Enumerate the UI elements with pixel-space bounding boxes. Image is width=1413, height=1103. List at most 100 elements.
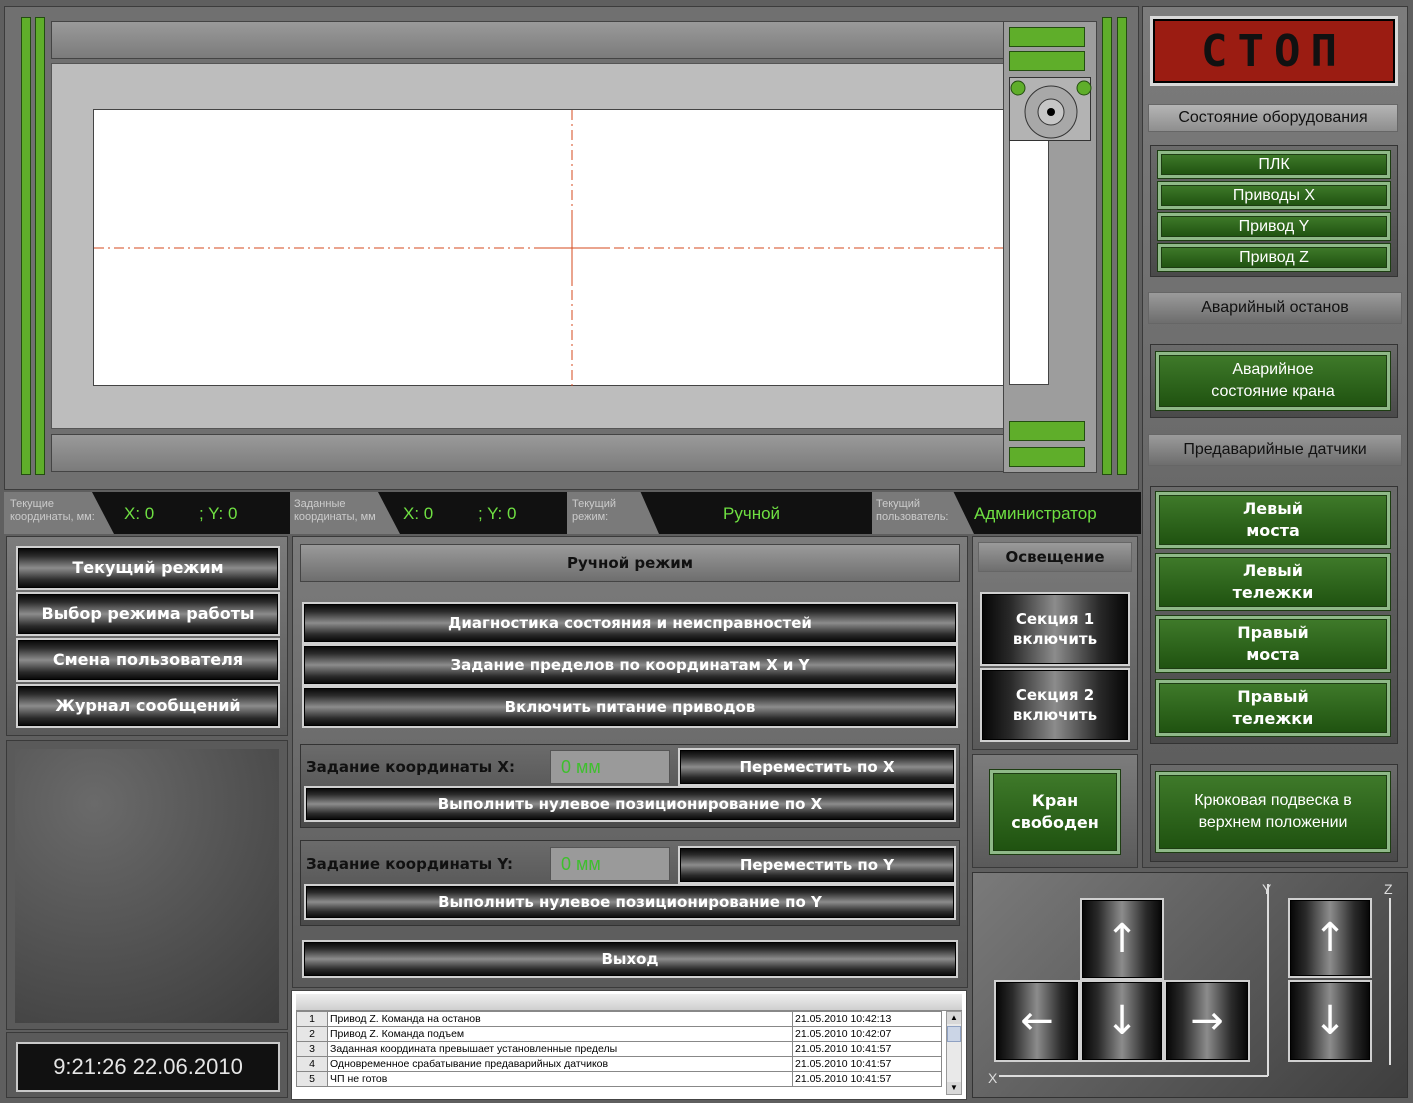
table-row[interactable]: 2 Привод Z. Команда подъем 21.05.2010 10… xyxy=(296,1026,942,1042)
exit-button[interactable]: Выход xyxy=(302,940,958,978)
arrow-down-icon: ↓ xyxy=(1313,998,1347,1044)
preview-area xyxy=(15,749,279,1023)
table-row[interactable]: 5 ЧП не готов 21.05.2010 10:41:57 xyxy=(296,1071,942,1087)
z-axis xyxy=(1389,898,1391,1065)
equipment-drives-x: Приводы X xyxy=(1158,182,1390,209)
log-num: 5 xyxy=(296,1071,328,1087)
menu-select-mode[interactable]: Выбор режима работы xyxy=(16,592,280,636)
crane-view xyxy=(4,6,1139,490)
drive-power-button[interactable]: Включить питание приводов xyxy=(302,686,958,728)
log-scrollbar[interactable]: ▲ ▼ xyxy=(946,1011,962,1095)
jog-z-up-button[interactable]: ↑ xyxy=(1288,898,1372,978)
jog-y-down-button[interactable]: ↓ xyxy=(1080,980,1164,1062)
clock: 9:21:26 22.06.2010 xyxy=(16,1042,280,1092)
arrow-down-icon: ↓ xyxy=(1105,998,1139,1044)
log-msg: Привод Z. Команда на останов xyxy=(327,1011,793,1027)
log-num: 1 xyxy=(296,1011,328,1027)
mode-label: Текущий режим: xyxy=(572,498,616,524)
jog-x-right-button[interactable]: → xyxy=(1164,980,1250,1062)
bridge-top-beam xyxy=(51,21,1005,59)
x-coordinate-input[interactable]: 0 мм xyxy=(550,750,670,784)
x-axis-label: X xyxy=(988,1070,998,1086)
move-x-button[interactable]: Переместить по X xyxy=(678,748,956,786)
scroll-down-icon[interactable]: ▼ xyxy=(947,1082,961,1094)
current-coords-label: Текущие координаты, мм: xyxy=(10,498,95,524)
set-x-label: Задание координаты X: xyxy=(306,758,515,776)
target-y: ; Y: 0 xyxy=(478,504,517,523)
zero-y-button[interactable]: Выполнить нулевое позиционирование по Y xyxy=(304,884,956,920)
arrow-up-icon: ↑ xyxy=(1105,916,1139,962)
scroll-up-icon[interactable]: ▲ xyxy=(947,1012,961,1024)
preemergency-title: Предаварийные датчики xyxy=(1148,434,1402,466)
log-time: 21.05.2010 10:42:07 xyxy=(792,1026,942,1042)
set-y-label: Задание координаты Y: xyxy=(306,855,513,873)
y-axis-label: Y xyxy=(1262,881,1272,897)
zero-x-button[interactable]: Выполнить нулевое позиционирование по X xyxy=(304,786,956,822)
arrow-left-icon: ← xyxy=(1020,998,1054,1044)
status-bar: Текущие координаты, мм: X: 0 ; Y: 0 Зада… xyxy=(4,492,1141,534)
stop-label: СТОП xyxy=(1201,25,1347,77)
menu-message-log[interactable]: Журнал сообщений xyxy=(16,684,280,728)
log-time: 21.05.2010 10:41:57 xyxy=(792,1071,942,1087)
crosshair xyxy=(94,110,1050,387)
move-y-button[interactable]: Переместить по Y xyxy=(678,846,956,884)
log-msg: Одновременное срабатывание предаварийных… xyxy=(327,1056,793,1072)
sensor-right-trolley: Правый тележки xyxy=(1156,680,1390,736)
current-x: X: 0 xyxy=(124,504,155,523)
menu-change-user[interactable]: Смена пользователя xyxy=(16,638,280,682)
jog-z-down-button[interactable]: ↓ xyxy=(1288,980,1372,1062)
table-row[interactable]: 4 Одновременное срабатывание предаварийн… xyxy=(296,1056,942,1072)
hook-upper-position: Крюковая подвеска в верхнем положении xyxy=(1156,772,1390,852)
arrow-right-icon: → xyxy=(1190,998,1224,1044)
set-limits-button[interactable]: Задание пределов по координатам X и Y xyxy=(302,644,958,686)
table-row[interactable]: 1 Привод Z. Команда на останов 21.05.201… xyxy=(296,1011,942,1027)
log-msg: ЧП не готов xyxy=(327,1071,793,1087)
arrow-up-icon: ↑ xyxy=(1313,915,1347,961)
log-time: 21.05.2010 10:41:57 xyxy=(792,1041,942,1057)
log-num: 2 xyxy=(296,1026,328,1042)
message-log[interactable]: 1 Привод Z. Команда на останов 21.05.201… xyxy=(291,990,967,1100)
jog-x-left-button[interactable]: ← xyxy=(994,980,1080,1062)
equipment-title: Состояние оборудования xyxy=(1148,104,1398,132)
jog-y-up-button[interactable]: ↑ xyxy=(1080,898,1164,980)
log-num: 3 xyxy=(296,1041,328,1057)
stop-button[interactable]: СТОП xyxy=(1150,16,1398,86)
trolley-slot xyxy=(1009,139,1049,385)
hook-icon xyxy=(1010,80,1092,139)
log-msg: Привод Z. Команда подъем xyxy=(327,1026,793,1042)
log-header xyxy=(296,994,962,1011)
diagnostics-button[interactable]: Диагностика состояния и неисправностей xyxy=(302,602,958,644)
trolley-indicator-4 xyxy=(1009,447,1085,467)
sensor-left-bridge: Левый моста xyxy=(1156,492,1390,548)
rail-left-1 xyxy=(21,17,31,475)
log-num: 4 xyxy=(296,1056,328,1072)
trolley-indicator-1 xyxy=(1009,27,1085,47)
log-msg: Заданная координата превышает установлен… xyxy=(327,1041,793,1057)
mode-value: Ручной xyxy=(723,504,781,523)
user-value: Администратор xyxy=(974,504,1097,523)
equipment-drive-z: Привод Z xyxy=(1158,244,1390,271)
target-x: X: 0 xyxy=(403,504,434,523)
lighting-title: Освещение xyxy=(978,542,1132,572)
left-blank-panel xyxy=(6,740,288,1030)
table-row[interactable]: 3 Заданная координата превышает установл… xyxy=(296,1041,942,1057)
rail-left-2 xyxy=(35,17,45,475)
trolley-indicator-2 xyxy=(1009,51,1085,71)
user-label: Текущий пользователь: xyxy=(876,498,949,524)
trolley-indicator-3 xyxy=(1009,421,1085,441)
lighting-section-1-button[interactable]: Секция 1 включить xyxy=(980,592,1130,666)
rail-right-2 xyxy=(1117,17,1127,475)
equipment-drive-y: Привод Y xyxy=(1158,213,1390,240)
current-y: ; Y: 0 xyxy=(199,504,238,523)
y-coordinate-input[interactable]: 0 мм xyxy=(550,847,670,881)
log-time: 21.05.2010 10:42:13 xyxy=(792,1011,942,1027)
target-coords-label: Заданные координаты, мм xyxy=(294,498,376,524)
bridge-bottom-beam xyxy=(51,434,1005,472)
menu-current-mode[interactable]: Текущий режим xyxy=(16,546,280,590)
scroll-thumb[interactable] xyxy=(947,1026,961,1042)
log-table: 1 Привод Z. Команда на останов 21.05.201… xyxy=(296,1011,942,1087)
hook-trolley xyxy=(1009,77,1092,141)
sensor-left-trolley: Левый тележки xyxy=(1156,554,1390,610)
lighting-section-2-button[interactable]: Секция 2 включить xyxy=(980,668,1130,742)
rail-right-1 xyxy=(1102,17,1112,475)
